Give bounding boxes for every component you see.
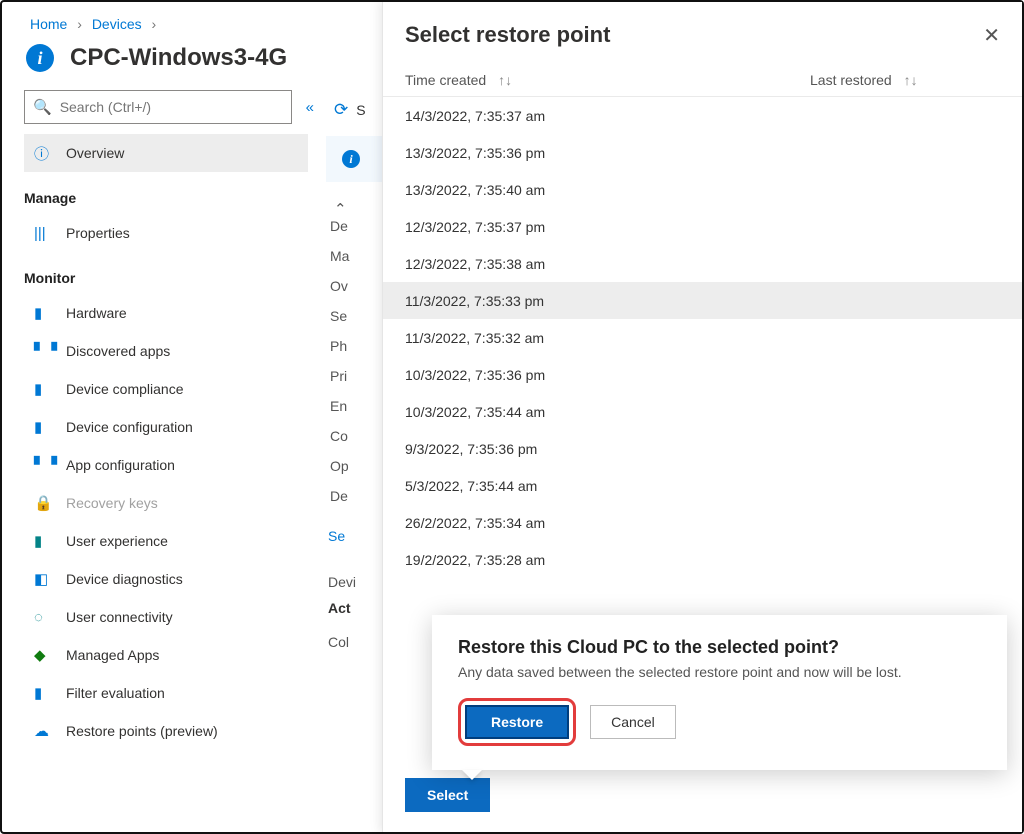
sidebar-item-label: User experience bbox=[66, 533, 168, 549]
search-icon: 🔍 bbox=[33, 98, 52, 116]
sidebar-item-label: Managed Apps bbox=[66, 647, 159, 663]
discovered-apps-icon: ▘▝ bbox=[34, 342, 56, 360]
sidebar-item-user-connectivity[interactable]: ◌ User connectivity bbox=[24, 598, 308, 636]
sort-icon[interactable]: ↑↓ bbox=[904, 72, 918, 88]
restore-button-highlight: Restore bbox=[458, 698, 576, 746]
close-icon[interactable]: ✕ bbox=[983, 23, 1000, 48]
sidebar: 🔍 « ⓘ Overview Manage ||| Properties Moni… bbox=[2, 88, 318, 828]
device-compliance-icon: ▮ bbox=[34, 380, 56, 398]
sidebar-item-label: Device diagnostics bbox=[66, 571, 183, 587]
sidebar-item-label: Restore points (preview) bbox=[66, 723, 218, 739]
sidebar-item-properties[interactable]: ||| Properties bbox=[24, 214, 308, 252]
refresh-icon[interactable]: ⟳ bbox=[334, 100, 348, 120]
column-last-restored[interactable]: Last restored bbox=[810, 72, 892, 88]
sidebar-item-user-experience[interactable]: ▮ User experience bbox=[24, 522, 308, 560]
sidebar-item-label: Properties bbox=[66, 225, 130, 241]
sync-button[interactable]: S bbox=[356, 102, 365, 118]
user-connectivity-icon: ◌ bbox=[34, 609, 56, 626]
chevron-up-icon[interactable]: ⌃ bbox=[334, 201, 347, 218]
managed-apps-icon: ◆ bbox=[34, 646, 56, 664]
sidebar-item-label: User connectivity bbox=[66, 609, 173, 625]
sort-icon[interactable]: ↑↓ bbox=[498, 72, 512, 88]
sidebar-item-restore-points-preview-[interactable]: ☁ Restore points (preview) bbox=[24, 712, 308, 750]
confirm-restore-dialog: Restore this Cloud PC to the selected po… bbox=[432, 615, 1007, 770]
sidebar-item-label: App configuration bbox=[66, 457, 175, 473]
restore-point-row[interactable]: 19/2/2022, 7:35:28 am bbox=[383, 541, 1022, 578]
restore-point-row[interactable]: 10/3/2022, 7:35:44 am bbox=[383, 393, 1022, 430]
restore-points-icon: ☁ bbox=[34, 722, 56, 740]
collapse-sidebar-button[interactable]: « bbox=[306, 99, 308, 116]
sidebar-item-managed-apps[interactable]: ◆ Managed Apps bbox=[24, 636, 308, 674]
dialog-message: Any data saved between the selected rest… bbox=[458, 664, 981, 680]
callout-beak bbox=[462, 770, 482, 780]
restore-point-row[interactable]: 9/3/2022, 7:35:36 pm bbox=[383, 430, 1022, 467]
sidebar-item-discovered-apps[interactable]: ▘▝ Discovered apps bbox=[24, 332, 308, 370]
dialog-title: Restore this Cloud PC to the selected po… bbox=[458, 637, 981, 658]
breadcrumb-home[interactable]: Home bbox=[30, 16, 67, 32]
select-button[interactable]: Select bbox=[405, 778, 490, 812]
sidebar-item-label: Recovery keys bbox=[66, 495, 158, 511]
info-icon: i bbox=[26, 44, 54, 72]
sidebar-item-recovery-keys: 🔒 Recovery keys bbox=[24, 484, 308, 522]
sidebar-item-device-configuration[interactable]: ▮ Device configuration bbox=[24, 408, 308, 446]
panel-title: Select restore point bbox=[405, 22, 983, 48]
filter-evaluation-icon: ▮ bbox=[34, 684, 56, 702]
section-heading-monitor: Monitor bbox=[24, 270, 308, 286]
properties-icon: ||| bbox=[34, 225, 56, 242]
restore-point-row[interactable]: 12/3/2022, 7:35:37 pm bbox=[383, 208, 1022, 245]
device-configuration-icon: ▮ bbox=[34, 418, 56, 436]
info-icon: i bbox=[342, 150, 360, 168]
recovery-keys-icon: 🔒 bbox=[34, 494, 56, 512]
restore-point-row[interactable]: 10/3/2022, 7:35:36 pm bbox=[383, 356, 1022, 393]
restore-button[interactable]: Restore bbox=[465, 705, 569, 739]
breadcrumb-devices[interactable]: Devices bbox=[92, 16, 142, 32]
restore-point-row[interactable]: 13/3/2022, 7:35:36 pm bbox=[383, 134, 1022, 171]
restore-point-row[interactable]: 11/3/2022, 7:35:32 am bbox=[383, 319, 1022, 356]
restore-point-row[interactable]: 12/3/2022, 7:35:38 am bbox=[383, 245, 1022, 282]
sidebar-item-device-compliance[interactable]: ▮ Device compliance bbox=[24, 370, 308, 408]
table-header: Time created ↑↓ Last restored ↑↓ bbox=[383, 66, 1022, 97]
sidebar-item-label: Discovered apps bbox=[66, 343, 170, 359]
user-experience-icon: ▮ bbox=[34, 532, 56, 550]
column-time-created[interactable]: Time created bbox=[405, 72, 486, 88]
hardware-icon: ▮ bbox=[34, 304, 56, 322]
sidebar-item-label: Filter evaluation bbox=[66, 685, 165, 701]
sidebar-item-filter-evaluation[interactable]: ▮ Filter evaluation bbox=[24, 674, 308, 712]
sidebar-item-device-diagnostics[interactable]: ◧ Device diagnostics bbox=[24, 560, 308, 598]
app-configuration-icon: ▘▝ bbox=[34, 456, 56, 474]
sidebar-item-hardware[interactable]: ▮ Hardware bbox=[24, 294, 308, 332]
restore-point-row[interactable]: 26/2/2022, 7:35:34 am bbox=[383, 504, 1022, 541]
cancel-button[interactable]: Cancel bbox=[590, 705, 676, 739]
sidebar-item-label: Device compliance bbox=[66, 381, 184, 397]
sidebar-item-label: Overview bbox=[66, 145, 124, 161]
restore-point-row[interactable]: 11/3/2022, 7:35:33 pm bbox=[383, 282, 1022, 319]
restore-point-row[interactable]: 5/3/2022, 7:35:44 am bbox=[383, 467, 1022, 504]
info-icon: ⓘ bbox=[34, 143, 56, 164]
chevron-right-icon: › bbox=[77, 16, 82, 32]
device-diagnostics-icon: ◧ bbox=[34, 570, 56, 588]
search-input[interactable] bbox=[58, 98, 283, 116]
restore-point-row[interactable]: 14/3/2022, 7:35:37 am bbox=[383, 97, 1022, 134]
search-input-wrap[interactable]: 🔍 bbox=[24, 90, 292, 124]
restore-point-row[interactable]: 13/3/2022, 7:35:40 am bbox=[383, 171, 1022, 208]
sidebar-item-label: Hardware bbox=[66, 305, 127, 321]
chevron-right-icon: › bbox=[152, 16, 157, 32]
sidebar-item-overview[interactable]: ⓘ Overview bbox=[24, 134, 308, 172]
sidebar-item-app-configuration[interactable]: ▘▝ App configuration bbox=[24, 446, 308, 484]
section-heading-manage: Manage bbox=[24, 190, 308, 206]
sidebar-item-label: Device configuration bbox=[66, 419, 193, 435]
